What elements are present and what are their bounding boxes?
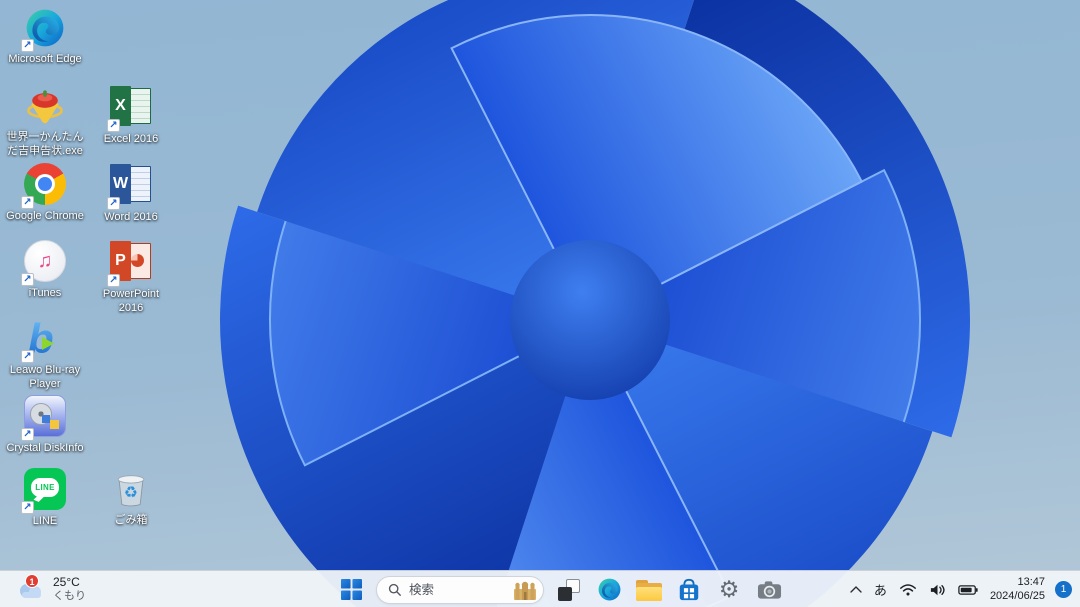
desktop-icon-label: LINE (32, 515, 58, 527)
shortcut-arrow-icon: ↗ (107, 197, 120, 210)
microsoft-edge-icon (598, 578, 620, 601)
taskbar-edge-button[interactable] (594, 575, 624, 605)
desktop-icon-word[interactable]: W ↗ Word 2016 (92, 162, 170, 225)
clock[interactable]: 13:47 2024/06/25 (986, 576, 1049, 602)
start-button[interactable] (336, 575, 366, 605)
tray-overflow-button[interactable] (846, 575, 866, 605)
battery-button[interactable] (954, 575, 982, 605)
desktop-icon-powerpoint[interactable]: P ↗ PowerPoint 2016 (92, 239, 170, 316)
search-highlight-castle-icon (514, 581, 536, 600)
shortcut-arrow-icon: ↗ (21, 273, 34, 286)
microsoft-store-button[interactable] (674, 575, 704, 605)
shortcut-arrow-icon: ↗ (21, 39, 34, 52)
google-chrome-icon: ↗ (21, 163, 67, 209)
desktop-icon-recycle-bin[interactable]: ♻ ごみ箱 (92, 467, 170, 528)
excel-icon: X ↗ (107, 86, 153, 132)
leawo-player-icon: b ↗ (21, 315, 67, 363)
taskbar: 1 25°C くもり 検索 ⚙ あ 13:47 2024/06/25 1 (0, 570, 1080, 607)
folder-icon (636, 580, 662, 601)
shortcut-arrow-icon: ↗ (107, 274, 120, 287)
notification-badge[interactable]: 1 (1055, 581, 1072, 598)
search-input[interactable] (409, 582, 505, 597)
itunes-icon: ♫ ↗ (21, 240, 67, 286)
widgets-weather-button[interactable]: 1 25°C くもり (10, 571, 92, 607)
powerpoint-icon: P ↗ (107, 241, 153, 287)
desktop-icon-label: Crystal DiskInfo (6, 442, 84, 454)
shortcut-arrow-icon: ↗ (21, 428, 34, 441)
desktop-icon-label: Excel 2016 (103, 133, 159, 145)
weather-condition: くもり (53, 590, 86, 603)
file-explorer-button[interactable] (634, 575, 664, 605)
desktop-icon-crystaldiskinfo[interactable]: ↗ Crystal DiskInfo (6, 394, 84, 456)
network-button[interactable] (895, 575, 921, 605)
line-icon: LINE ↗ (21, 468, 67, 514)
windows-logo-icon (340, 579, 362, 600)
ime-mode-button[interactable]: あ (870, 575, 891, 605)
volume-button[interactable] (925, 575, 950, 605)
spinning-top-app-icon (23, 84, 67, 128)
shortcut-arrow-icon: ↗ (21, 196, 34, 209)
desktop-icon-label: Word 2016 (104, 211, 158, 223)
shortcut-arrow-icon: ↗ (21, 350, 34, 363)
desktop-icon-label: iTunes (28, 287, 62, 299)
chevron-up-icon (850, 586, 862, 593)
speaker-icon (930, 584, 945, 595)
desktop-icon-label: PowerPoint 2016 (102, 288, 160, 314)
gear-icon: ⚙ (718, 576, 740, 602)
desktop: ↗ Microsoft Edge 世界一かんたんだ吉申告状.exe X ↗ Ex… (0, 0, 1080, 607)
tray-time: 13:47 (1017, 576, 1045, 589)
wifi-icon (900, 583, 916, 596)
crystaldiskinfo-icon: ↗ (21, 395, 67, 441)
desktop-icon-line[interactable]: LINE ↗ LINE (6, 467, 84, 529)
word-icon: W ↗ (107, 164, 153, 210)
desktop-icon-itunes[interactable]: ♫ ↗ iTunes (6, 239, 84, 301)
settings-button[interactable]: ⚙ (714, 575, 744, 605)
recycle-bin-icon: ♻ (109, 467, 153, 511)
desktop-icon-excel[interactable]: X ↗ Excel 2016 (92, 84, 170, 147)
task-view-button[interactable] (554, 575, 584, 605)
desktop-icon-label: ごみ箱 (114, 514, 148, 526)
search-box[interactable] (376, 575, 544, 604)
desktop-icon-label: Google Chrome (6, 210, 84, 222)
task-view-icon (558, 578, 580, 601)
microsoft-edge-icon: ↗ (21, 6, 67, 52)
battery-icon (958, 584, 978, 595)
tray-date: 2024/06/25 (989, 589, 1045, 602)
store-bag-icon (679, 578, 699, 600)
weather-alert-badge: 1 (25, 573, 39, 588)
search-icon (388, 583, 401, 596)
shortcut-arrow-icon: ↗ (107, 119, 120, 132)
camera-button[interactable] (754, 575, 784, 605)
desktop-icon-label: 世界一かんたんだ吉申告状.exe (6, 131, 84, 157)
svg-text:♻: ♻ (124, 484, 138, 501)
desktop-icon-microsoft-edge[interactable]: ↗ Microsoft Edge (6, 6, 84, 67)
desktop-icon-tax-app[interactable]: 世界一かんたんだ吉申告状.exe (6, 84, 84, 159)
desktop-icon-leawo[interactable]: b ↗ Leawo Blu-ray Player (6, 315, 84, 392)
shortcut-arrow-icon: ↗ (21, 501, 34, 514)
desktop-icon-label: Microsoft Edge (8, 53, 82, 65)
desktop-icon-chrome[interactable]: ↗ Google Chrome (6, 162, 84, 224)
camera-icon (757, 580, 781, 599)
weather-cloud-icon: 1 (16, 573, 46, 602)
desktop-icon-label: Leawo Blu-ray Player (9, 364, 81, 390)
weather-temperature: 25°C (53, 575, 80, 590)
